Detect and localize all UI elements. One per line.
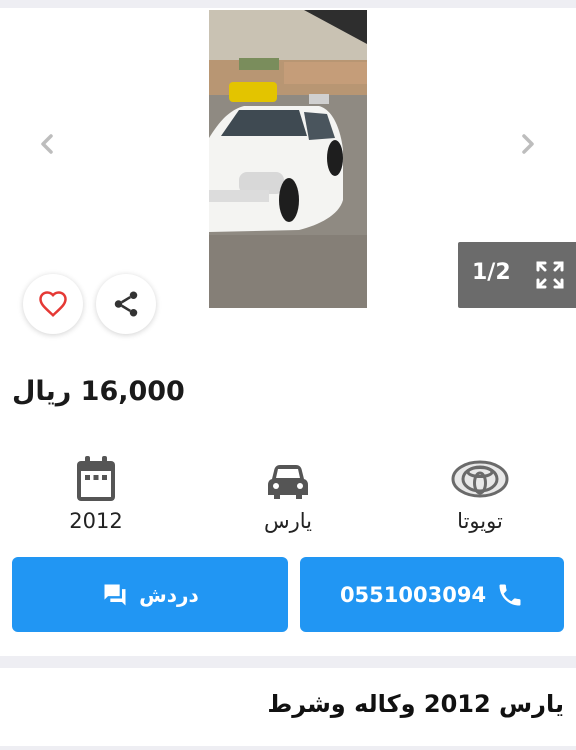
listing-title: يارس 2012 وكاله وشرط xyxy=(267,690,564,718)
spec-year-value: 2012 xyxy=(69,509,123,533)
spec-make: تويوتا xyxy=(420,455,540,533)
spec-make-value: تويوتا xyxy=(457,509,503,533)
top-divider xyxy=(0,0,576,8)
spec-model: يارس xyxy=(228,455,348,533)
chat-button[interactable]: دردش xyxy=(12,557,288,632)
call-button[interactable]: 0551003094 xyxy=(300,557,564,632)
chat-button-label: دردش xyxy=(139,582,199,607)
listing-price: 16,000 ريال xyxy=(12,376,185,407)
chevron-left-icon[interactable] xyxy=(36,132,60,156)
calendar-icon xyxy=(77,456,115,501)
image-gallery[interactable]: 1/2 xyxy=(0,8,576,350)
phone-number: 0551003094 xyxy=(339,582,487,607)
image-counter-text: 1/2 xyxy=(472,260,511,285)
image-counter[interactable]: 1/2 xyxy=(458,242,576,308)
car-photo[interactable] xyxy=(209,10,367,308)
heart-icon xyxy=(39,291,67,317)
share-icon xyxy=(114,291,138,317)
expand-icon[interactable] xyxy=(534,259,566,291)
favorite-button[interactable] xyxy=(23,274,83,334)
section-divider xyxy=(0,656,576,668)
spec-year: 2012 xyxy=(36,455,156,533)
chevron-right-icon[interactable] xyxy=(515,132,539,156)
bottom-divider xyxy=(0,746,576,750)
car-icon xyxy=(268,465,308,499)
toyota-logo-icon xyxy=(451,460,509,498)
chat-icon xyxy=(104,584,126,605)
spec-model-value: يارس xyxy=(263,509,313,533)
phone-icon xyxy=(499,584,521,605)
share-button[interactable] xyxy=(96,274,156,334)
